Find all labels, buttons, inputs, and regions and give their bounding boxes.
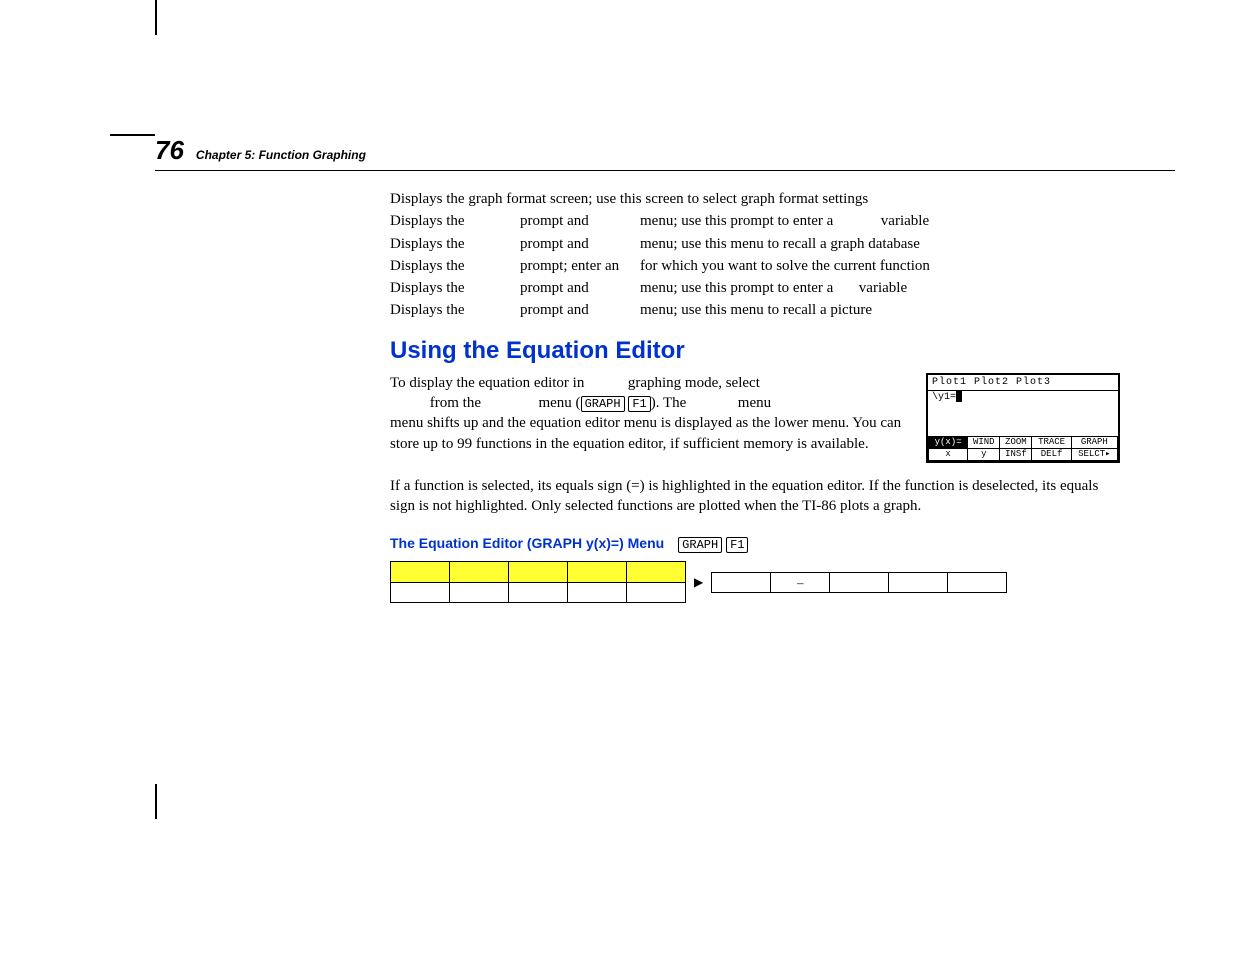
menu-cell	[391, 582, 450, 603]
cell: Displays the	[390, 278, 520, 298]
menu-tables: ▶ –	[390, 561, 1120, 603]
cell-text: menu; use this prompt to enter a	[640, 280, 833, 296]
text: from the	[430, 395, 481, 411]
calc-menu-item: WIND	[968, 436, 1000, 448]
keycap-graph: GRAPH	[678, 537, 722, 553]
text: ). The	[651, 395, 687, 411]
keycap-f1: F1	[726, 537, 748, 553]
calc-menu-item: x	[929, 448, 968, 460]
cell: Displays the	[390, 256, 520, 276]
cell: prompt and	[520, 234, 640, 254]
menu-cell	[391, 562, 450, 583]
menu-cell	[450, 582, 509, 603]
text: graphing mode, select	[628, 375, 760, 391]
menu-cell	[830, 572, 889, 593]
table-row: Displays the prompt and menu; use this m…	[390, 234, 1120, 254]
subsection-title-text: The Equation Editor (GRAPH y(x)=) Menu	[390, 534, 664, 553]
menu-cell	[568, 562, 627, 583]
calc-menu-item: SELCT▸	[1071, 448, 1117, 460]
crop-mark	[155, 0, 157, 35]
calc-body: \y1=█	[928, 391, 1118, 405]
calc-menu-item: DELf	[1032, 448, 1071, 460]
table-row: Displays the prompt and menu; use this p…	[390, 278, 1120, 298]
cell-text: variable	[859, 280, 907, 296]
cell-text: variable	[881, 213, 929, 229]
keycap-f1: F1	[628, 396, 650, 412]
menu-cell	[948, 572, 1007, 593]
menu-cell	[450, 562, 509, 583]
menu-cell: –	[771, 572, 830, 593]
menu-cell	[712, 572, 771, 593]
calc-menu-item: TRACE	[1032, 436, 1071, 448]
text: menu shifts up and the equation editor m…	[390, 415, 901, 451]
calc-menu: y(x)= WIND ZOOM TRACE GRAPH x y INSf DEL…	[928, 436, 1118, 461]
format-row: Displays the graph format screen; use th…	[390, 189, 1120, 209]
page-header: 76 Chapter 5: Function Graphing	[155, 135, 1175, 171]
section-heading: Using the Equation Editor	[390, 335, 1120, 367]
cell: prompt; enter an	[520, 256, 640, 276]
text: To display the equation editor in	[390, 375, 584, 391]
calc-top-row: Plot1 Plot2 Plot3	[928, 375, 1118, 392]
cell: prompt and	[520, 211, 640, 231]
cell: Displays the	[390, 234, 520, 254]
cell-text: menu; use this prompt to enter a	[640, 213, 833, 229]
crop-mark	[155, 784, 157, 819]
calc-menu-item: INSf	[1000, 448, 1032, 460]
chapter-title: Chapter 5: Function Graphing	[196, 148, 366, 162]
paragraph: To display the equation editor in graphi…	[390, 373, 906, 454]
cell: for which you want to solve the current …	[640, 256, 1120, 276]
cell: Displays the	[390, 211, 520, 231]
cell: Displays the	[390, 300, 520, 320]
calculator-screenshot: Plot1 Plot2 Plot3 \y1=█ y(x)= WIND ZOOM …	[926, 373, 1120, 463]
page-body: 76 Chapter 5: Function Graphing Displays…	[155, 135, 1175, 784]
subsection-heading: The Equation Editor (GRAPH y(x)=) Menu G…	[390, 534, 1120, 553]
page-content: Displays the graph format screen; use th…	[390, 189, 1120, 603]
intro-block: To display the equation editor in graphi…	[390, 373, 1120, 464]
cell: menu; use this menu to recall a graph da…	[640, 234, 1120, 254]
table-row: Displays the prompt and menu; use this m…	[390, 300, 1120, 320]
text: menu	[738, 395, 771, 411]
page-number: 76	[155, 135, 184, 166]
menu-cell	[509, 562, 568, 583]
table-row: Displays the prompt; enter an for which …	[390, 256, 1120, 276]
menu-cell	[889, 572, 948, 593]
menu-cell	[509, 582, 568, 603]
crop-mark	[110, 134, 155, 136]
calc-menu-item: GRAPH	[1071, 436, 1117, 448]
cell: menu; use this prompt to enter a variabl…	[640, 211, 1120, 231]
table-row: Displays the prompt and menu; use this p…	[390, 211, 1120, 231]
paragraph: If a function is selected, its equals si…	[390, 476, 1120, 517]
text: menu (	[538, 395, 580, 411]
menu-cell	[627, 582, 686, 603]
cell: prompt and	[520, 278, 640, 298]
calc-menu-item: y(x)=	[929, 436, 968, 448]
keycap-graph: GRAPH	[581, 396, 625, 412]
cell: menu; use this menu to recall a picture	[640, 300, 1120, 320]
menu-cell	[568, 582, 627, 603]
calc-menu-item: y	[968, 448, 1000, 460]
arrow-right-icon: ▶	[694, 574, 703, 590]
cell: menu; use this prompt to enter a variabl…	[640, 278, 1120, 298]
cell: prompt and	[520, 300, 640, 320]
calc-menu-item: ZOOM	[1000, 436, 1032, 448]
menu-cell	[627, 562, 686, 583]
menu-table-right: –	[711, 572, 1007, 594]
menu-table-left	[390, 561, 686, 603]
